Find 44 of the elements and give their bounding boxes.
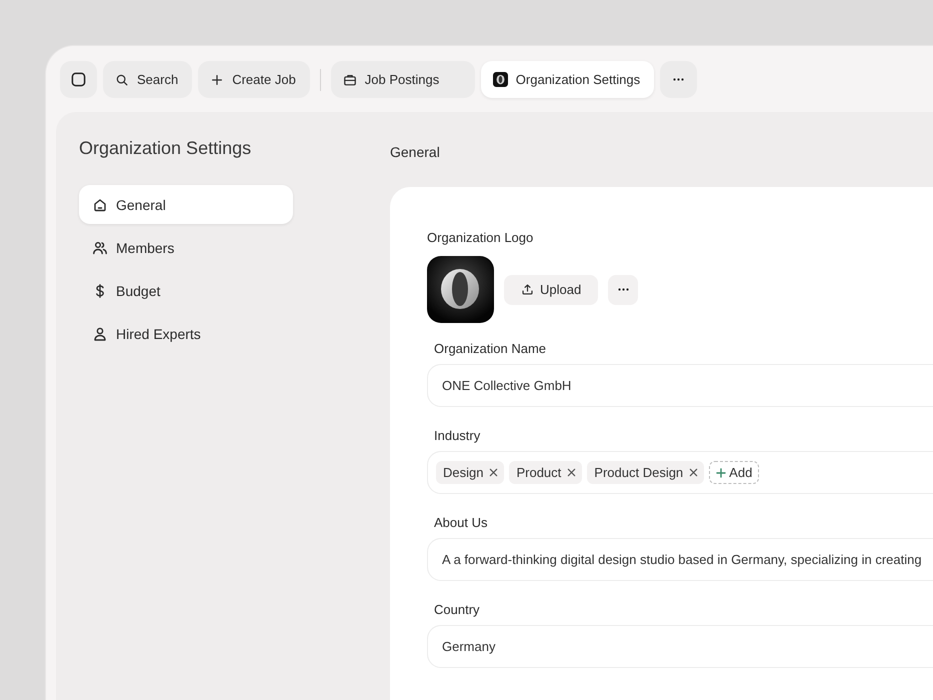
nav-item[interactable]: Members (79, 228, 293, 267)
remove-tag-button[interactable] (489, 468, 498, 477)
tag-label: Product Design (594, 465, 684, 480)
close-icon (489, 468, 498, 477)
create-button[interactable]: Create Job (198, 61, 310, 98)
field-label: Organization Name (433, 341, 547, 356)
home-icon (92, 196, 108, 212)
search-button[interactable]: Search (103, 61, 192, 98)
nav-item[interactable]: Budget (79, 271, 293, 310)
nav-item[interactable]: Hired Experts (79, 314, 293, 353)
upload-icon (521, 283, 534, 296)
add-tag-button[interactable]: Add (709, 461, 760, 484)
more-icon (618, 288, 629, 291)
plus-icon (210, 72, 224, 86)
organization-logo (427, 256, 494, 323)
sidebar-title: Organization Settings (79, 138, 252, 159)
search-icon (115, 72, 129, 86)
nav-item[interactable]: General (79, 185, 293, 224)
square-icon (71, 72, 86, 87)
field-label: Industry (433, 428, 482, 443)
field-label: Country (433, 602, 481, 617)
tab[interactable]: Job Postings (330, 61, 475, 98)
tag-label: Design (443, 465, 484, 480)
text-field[interactable]: ONE Collective GmbH (427, 364, 933, 407)
plus-icon (716, 468, 726, 478)
text-field[interactable]: A a forward-thinking digital design studio based in Germany, specializing in creating (427, 538, 933, 581)
text-field[interactable]: Germany (427, 625, 933, 668)
more-icon (673, 78, 684, 81)
people-icon (92, 240, 108, 256)
close-icon (689, 468, 698, 477)
briefcase-icon (342, 72, 357, 86)
tag-label: Product (516, 465, 562, 480)
tag-field[interactable]: Design Product Product Design Add (427, 451, 933, 494)
tab[interactable]: Organization Settings (480, 61, 654, 98)
person-icon (92, 326, 108, 342)
sidebar-toggle-button[interactable] (60, 61, 97, 98)
field-label: Organization Logo (427, 230, 534, 245)
remove-tag-button[interactable] (567, 468, 576, 477)
close-icon (567, 468, 576, 477)
field-label: About Us (433, 515, 488, 530)
section-title: General (390, 144, 441, 160)
upload-button[interactable]: Upload (504, 274, 598, 304)
logo-icon (492, 72, 508, 87)
remove-tag-button[interactable] (689, 468, 698, 477)
